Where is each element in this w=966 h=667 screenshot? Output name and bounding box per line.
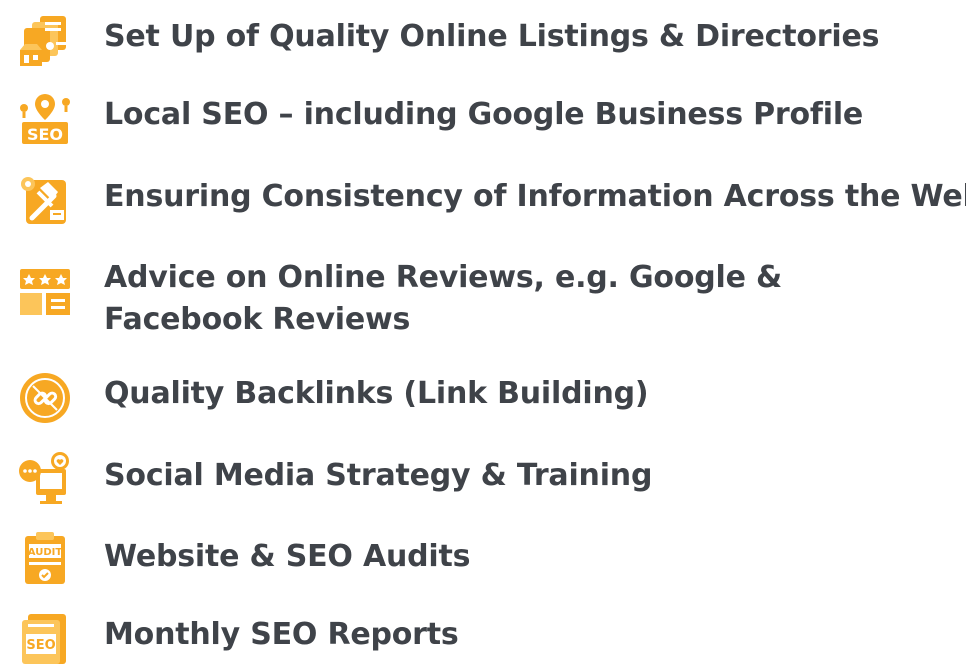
service-label: Monthly SEO Reports [104,617,459,652]
social-media-icon [18,451,72,505]
service-label: Set Up of Quality Online Listings & Dire… [104,19,880,54]
service-label: Local SEO – including Google Business Pr… [104,97,864,132]
service-label: Quality Backlinks (Link Building) [104,376,649,411]
svg-text:SEO: SEO [27,125,63,144]
seo-report-icon: SEO [18,612,72,666]
services-list: Set Up of Quality Online Listings & Dire… [0,0,966,667]
service-label: Social Media Strategy & Training [104,458,653,493]
service-label: Advice on Online Reviews, e.g. Google & … [104,260,782,337]
tools-consistency-icon [18,174,72,228]
svg-text:SEO: SEO [26,638,55,653]
service-label: Ensuring Consistency of Information Acro… [104,179,966,214]
service-label: Website & SEO Audits [104,539,471,574]
broken-link-icon [18,371,72,425]
audit-clipboard-icon: AUDIT [18,532,72,586]
reviews-box-icon [18,265,72,319]
local-seo-pin-icon: SEO [18,92,72,146]
listings-directory-icon [18,14,72,68]
svg-text:AUDIT: AUDIT [28,547,63,558]
